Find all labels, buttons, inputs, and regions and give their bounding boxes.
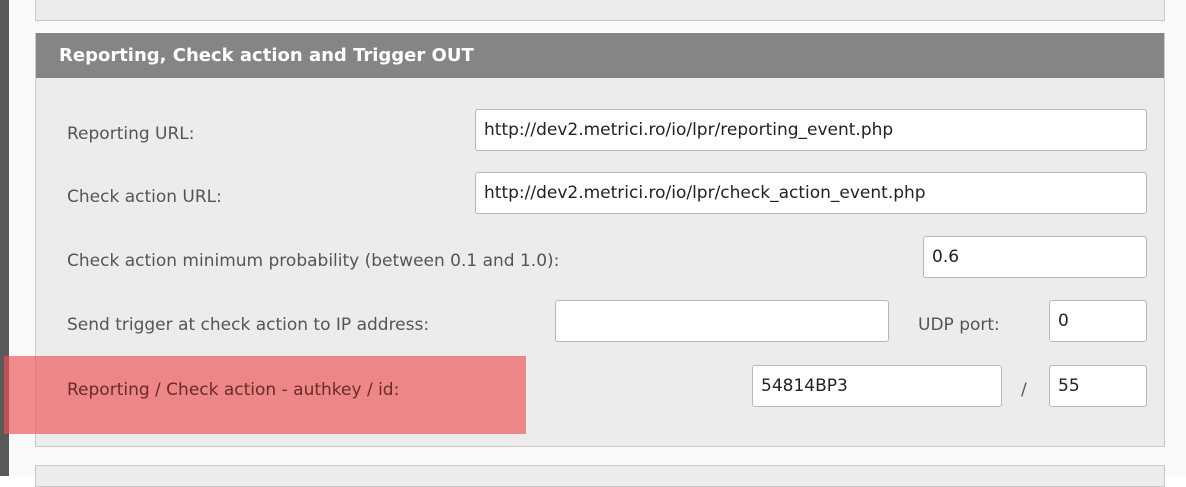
reporting-url-input[interactable] bbox=[475, 109, 1147, 151]
check-action-url-label: Check action URL: bbox=[67, 187, 222, 207]
trigger-ip-label: Send trigger at check action to IP addre… bbox=[67, 315, 430, 335]
min-probability-input[interactable] bbox=[923, 236, 1147, 278]
section-title: Reporting, Check action and Trigger OUT bbox=[36, 33, 1164, 78]
trigger-ip-input[interactable] bbox=[555, 300, 889, 342]
reporting-url-label: Reporting URL: bbox=[67, 124, 195, 144]
authkey-id-separator: / bbox=[1021, 380, 1027, 400]
min-probability-label: Check action minimum probability (betwee… bbox=[67, 251, 560, 271]
authkey-id-label: Reporting / Check action - authkey / id: bbox=[67, 380, 400, 400]
id-input[interactable] bbox=[1049, 365, 1147, 407]
udp-port-input[interactable] bbox=[1049, 300, 1147, 342]
next-section-panel bbox=[35, 465, 1165, 487]
check-action-url-input[interactable] bbox=[475, 172, 1147, 214]
authkey-input[interactable] bbox=[752, 365, 1002, 407]
previous-section-panel bbox=[35, 0, 1165, 21]
udp-port-label: UDP port: bbox=[918, 315, 1000, 335]
